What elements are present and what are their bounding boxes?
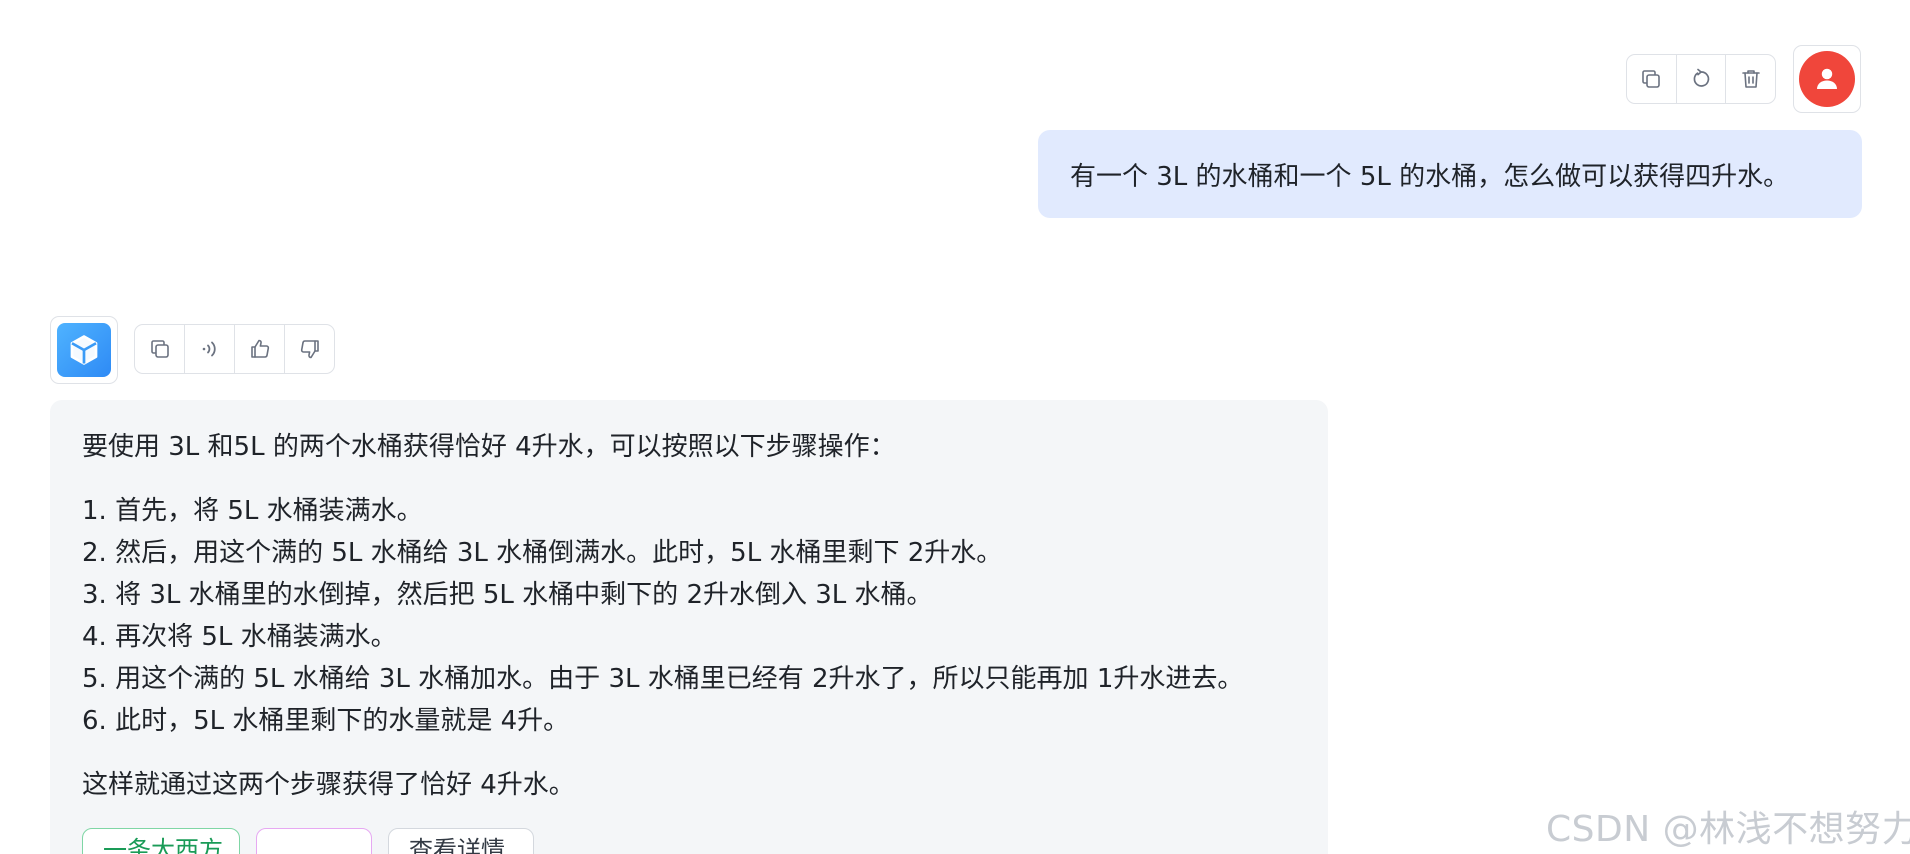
suggestion-chips: 一条大西方 查看详情 [82,828,1296,854]
view-details-chip[interactable]: 查看详情 [388,828,534,854]
list-item: 3. 将 3L 水桶里的水倒掉，然后把 5L 水桶中剩下的 2升水倒入 3L 水… [82,580,933,610]
thumbs-down-icon [300,340,319,359]
suggestion-chip[interactable]: 一条大西方 [82,828,240,854]
delete-icon [1741,70,1760,88]
bot-message-bubble: 要使用 3L 和5L 的两个水桶获得恰好 4升水，可以按照以下步骤操作： 1. … [50,400,1328,854]
cube-icon [70,335,98,365]
like-button[interactable] [235,325,285,373]
user-message-toolbar [1626,54,1776,104]
watermark: CSDN @林浅不想努力 [1546,809,1910,850]
chat-page: 有一个 3L 的水桶和一个 5L 的水桶，怎么做可以获得四升水。 要使用 3L … [0,0,1910,854]
copy-icon [150,340,169,358]
bot-intro-text: 要使用 3L 和5L 的两个水桶获得恰好 4升水，可以按照以下步骤操作： [82,432,896,462]
bot-avatar [57,323,111,377]
delete-button[interactable] [1726,55,1775,103]
user-icon [1817,68,1837,89]
bot-outro-text: 这样就通过这两个步骤获得了恰好 4升水。 [82,770,575,800]
dislike-button[interactable] [285,325,334,373]
copy-button[interactable] [1627,55,1677,103]
steps-list: 1. 首先，将 5L 水桶装满水。 2. 然后，用这个满的 5L 水桶给 3L … [82,490,1296,742]
regenerate-icon [1693,68,1710,87]
user-message-bubble: 有一个 3L 的水桶和一个 5L 的水桶，怎么做可以获得四升水。 [1038,130,1862,218]
list-item: 5. 用这个满的 5L 水桶给 3L 水桶加水。由于 3L 水桶里已经有 2升水… [82,664,1244,694]
copy-button[interactable] [135,325,185,373]
bot-message-toolbar [134,324,335,374]
list-item: 6. 此时，5L 水桶里剩下的水量就是 4升。 [82,706,570,736]
user-message-text: 有一个 3L 的水桶和一个 5L 的水桶，怎么做可以获得四升水。 [1070,161,1790,192]
read-aloud-button[interactable] [185,325,235,373]
regenerate-button[interactable] [1677,55,1727,103]
avatar [1799,51,1855,107]
bot-avatar-frame [50,316,118,384]
suggestion-chip[interactable] [256,828,372,854]
thumbs-up-icon [250,339,269,358]
list-item: 4. 再次将 5L 水桶装满水。 [82,622,397,652]
list-item: 1. 首先，将 5L 水桶装满水。 [82,496,423,526]
speaker-icon [202,341,216,357]
user-avatar-frame [1793,45,1861,113]
list-item: 2. 然后，用这个满的 5L 水桶给 3L 水桶倒满水。此时，5L 水桶里剩下 … [82,538,1003,568]
copy-icon [1642,70,1661,88]
